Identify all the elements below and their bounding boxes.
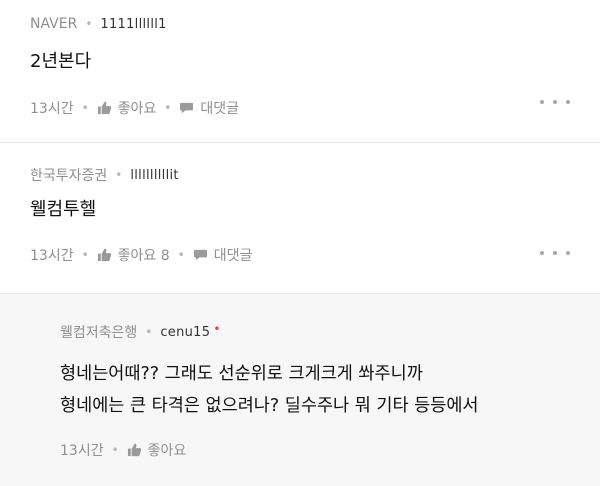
separator-dot: • (164, 101, 172, 115)
comment-time: 13시간 (30, 248, 74, 264)
separator-dot: • (81, 248, 89, 262)
comment-source: NAVER (30, 16, 78, 32)
like-label: 좋아요 8 (117, 248, 170, 264)
speech-bubble-icon (179, 101, 194, 115)
more-dots-icon[interactable] (540, 99, 570, 105)
more-dots-icon[interactable] (540, 250, 570, 256)
reply-item: 웰컴저축은행 • cenu15 • 형네는어때?? 그래도 선순위로 크게크게 … (0, 294, 600, 486)
reply-button[interactable]: 대댓글 (193, 245, 253, 265)
separator-dot: • (85, 17, 93, 31)
reply-actions: 13시간 • 좋아요 (60, 440, 600, 460)
comment-item: 한국투자증권 • llllllllllit 웰컴투헬 13시간 • 좋아요 8 … (0, 143, 600, 294)
like-button[interactable]: 좋아요 (97, 98, 157, 118)
reply-label: 대댓글 (213, 248, 253, 264)
separator-dot: • (111, 443, 119, 457)
comment-item: NAVER • 1111llllll1 2년본다 13시간 • 좋아요 • 대댓… (0, 0, 600, 143)
separator-dot: • (115, 168, 123, 182)
separator-dot: • (145, 325, 153, 339)
comment-header: NAVER • 1111llllll1 (30, 14, 600, 34)
comment-actions: 13시간 • 좋아요 • 대댓글 (30, 98, 600, 118)
like-button[interactable]: 좋아요 8 (97, 245, 170, 265)
comment-text: 웰컴투헬 (30, 199, 97, 220)
reply-username[interactable]: cenu15 (160, 325, 210, 340)
reply-text-line: 형네는어때?? 그래도 선순위로 크게크게 쏴주니까 (60, 364, 423, 384)
comment-time: 13시간 (30, 101, 74, 117)
comment-actions: 13시간 • 좋아요 8 • 대댓글 (30, 245, 600, 265)
reply-button[interactable]: 대댓글 (179, 98, 239, 118)
comment-text: 2년본다 (30, 51, 92, 72)
separator-dot: • (81, 101, 89, 115)
reply-text-line: 형네에는 큰 타격은 없으려나? 딜수주나 뭐 기타 등등에서 (60, 396, 479, 416)
like-button[interactable]: 좋아요 (127, 440, 187, 460)
reply-label: 대댓글 (200, 101, 240, 117)
author-badge: • (213, 322, 221, 336)
thumbs-up-icon (97, 248, 112, 262)
comment-source: 한국투자증권 (30, 168, 108, 184)
speech-bubble-icon (193, 248, 208, 262)
comment-username[interactable]: 1111llllll1 (100, 17, 166, 32)
thumbs-up-icon (127, 443, 142, 457)
reply-header: 웰컴저축은행 • cenu15 • (60, 322, 600, 342)
like-label: 좋아요 (147, 443, 187, 459)
reply-text: 형네는어때?? 그래도 선순위로 크게크게 쏴주니까 형네에는 큰 타격은 없으… (60, 358, 600, 422)
reply-time: 13시간 (60, 443, 104, 459)
thumbs-up-icon (97, 101, 112, 115)
comment-header: 한국투자증권 • llllllllllit (30, 165, 600, 185)
reply-source: 웰컴저축은행 (60, 325, 138, 341)
comment-username[interactable]: llllllllllit (130, 168, 178, 183)
separator-dot: • (177, 248, 185, 262)
like-label: 좋아요 (117, 101, 157, 117)
